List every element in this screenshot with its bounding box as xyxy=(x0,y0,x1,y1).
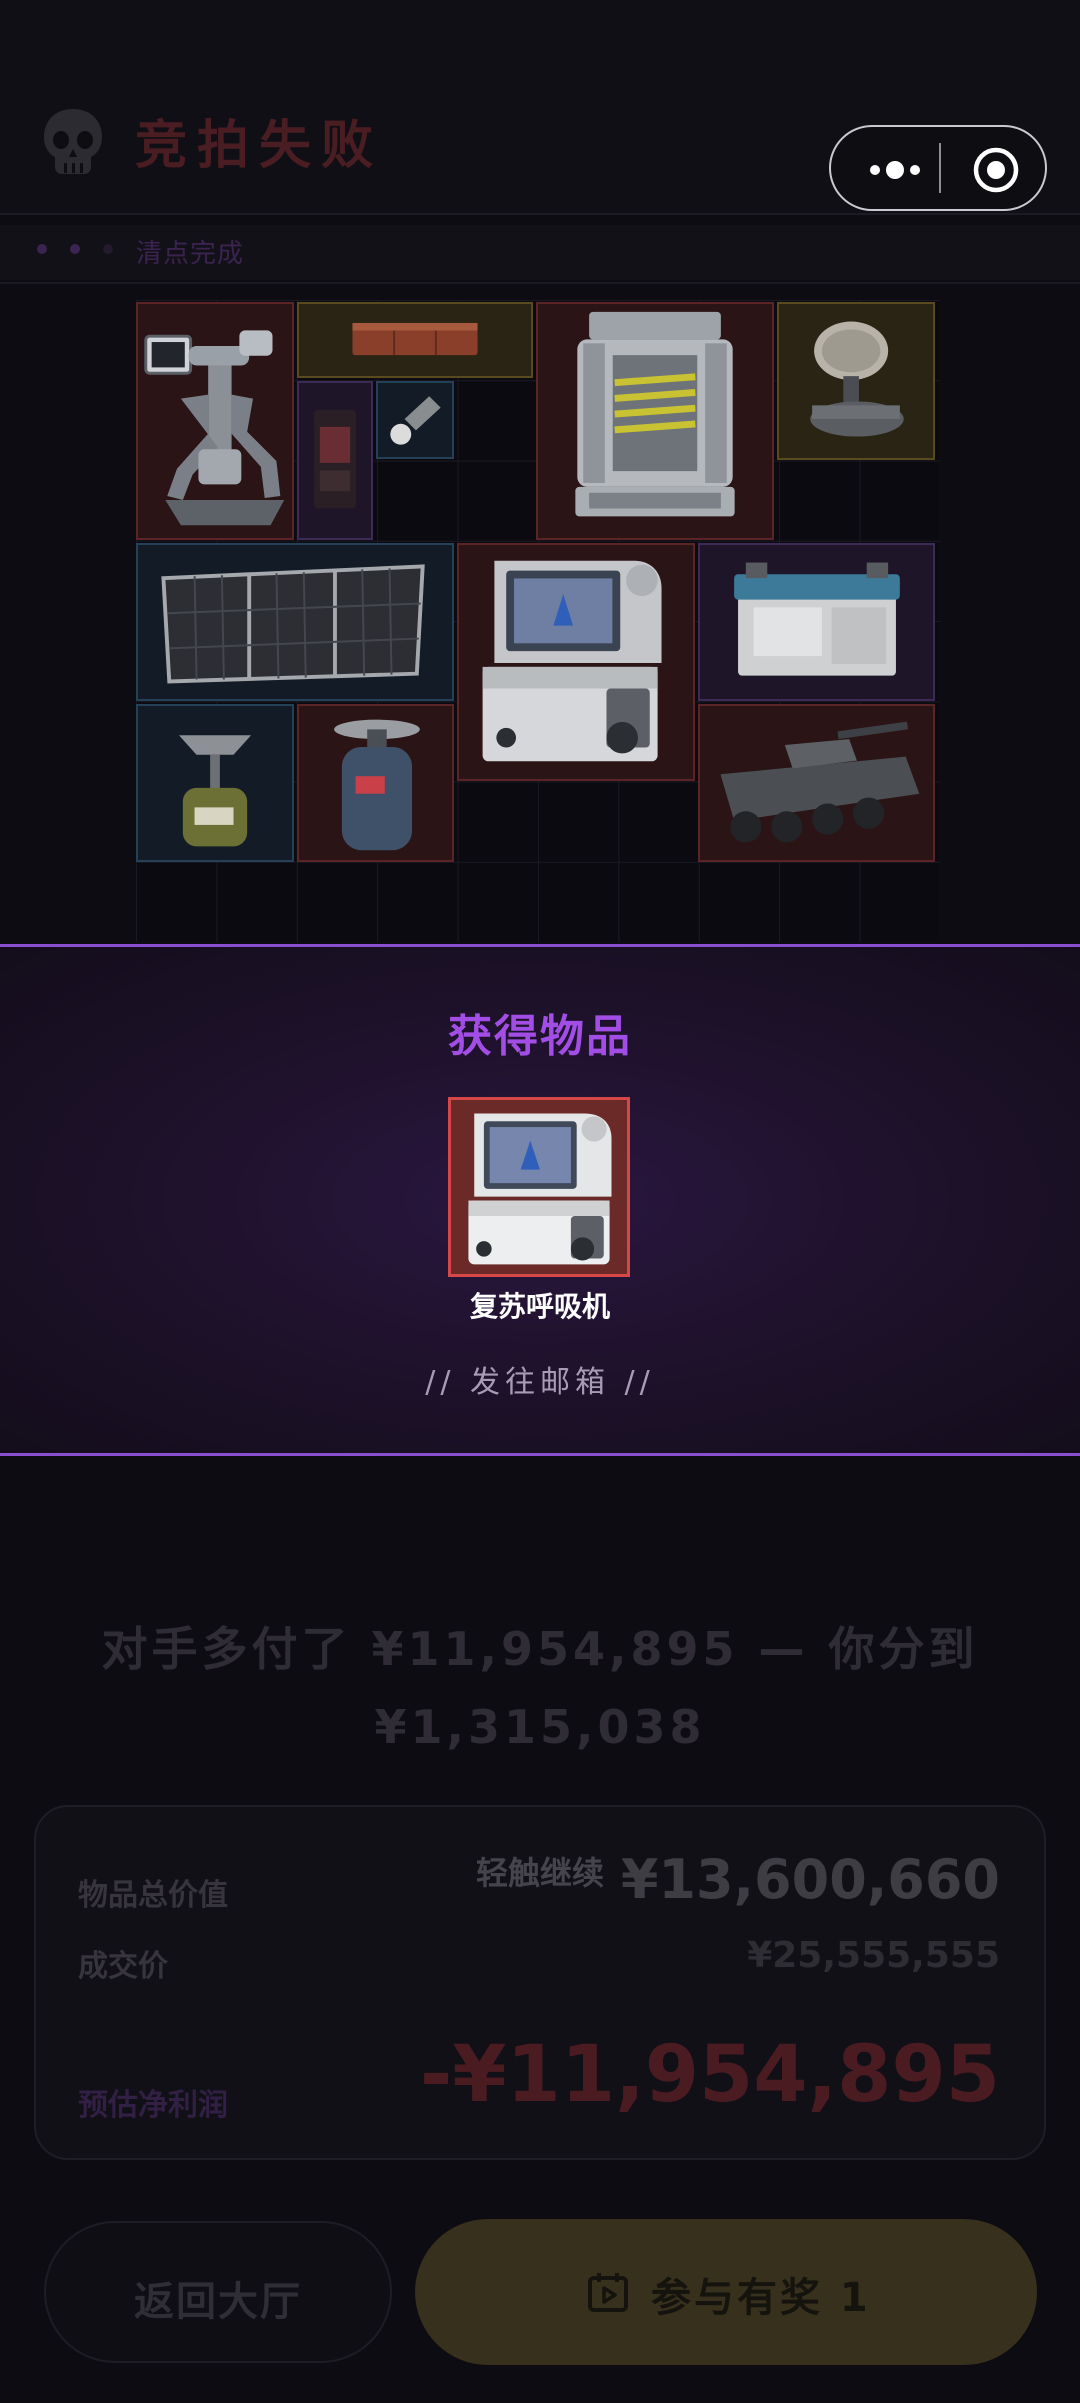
stash-item-snack-pack[interactable] xyxy=(297,381,373,540)
page-title: 竞拍失败 xyxy=(135,116,384,176)
robot-turret-icon xyxy=(144,330,285,526)
close-target-icon[interactable] xyxy=(971,145,1021,195)
skull-icon xyxy=(44,109,102,174)
ventilator-icon xyxy=(482,560,662,762)
more-options-icon[interactable] xyxy=(865,152,925,188)
stash-grid xyxy=(136,300,940,942)
back-button-label: 返回大厅 xyxy=(134,2279,302,2325)
join-reward-button[interactable]: 参与有奖 1 xyxy=(415,2219,1037,2365)
satellite-dish-icon xyxy=(810,321,904,437)
profit-value: -¥11,954,895 xyxy=(419,2030,1000,2120)
stash-item-solar-panel[interactable] xyxy=(136,543,454,701)
camping-stove-icon xyxy=(178,735,252,847)
video-calendar-icon xyxy=(588,2273,628,2312)
vault-reactor-icon xyxy=(575,311,735,517)
stash-item-gas-canister[interactable] xyxy=(297,704,454,862)
car-battery-icon xyxy=(734,562,900,676)
summary-text: 对手多付了 ¥11,954,895 — 你分到 ¥1,315,038 xyxy=(90,1610,990,1766)
snack-pack-icon xyxy=(314,409,356,509)
progress-divider xyxy=(0,282,1080,284)
stash-item-robot-turret[interactable] xyxy=(136,302,294,540)
summary-line-2: ¥1,315,038 xyxy=(374,1700,706,1754)
stash-item-car-battery[interactable] xyxy=(698,543,935,701)
stash-item-camping-stove[interactable] xyxy=(136,704,294,862)
reward-title: 获得物品 xyxy=(448,1011,632,1062)
tap-to-continue-hint[interactable]: 轻触继续 xyxy=(440,1848,640,1894)
stash-item-vault-reactor[interactable] xyxy=(536,302,774,540)
progress-dot xyxy=(37,244,47,254)
stash-item-ventilator[interactable] xyxy=(457,543,695,781)
shuttlecock-icon xyxy=(390,396,441,445)
armored-vehicle-icon xyxy=(720,721,920,843)
progress-dot xyxy=(70,244,80,254)
mini-program-capsule xyxy=(829,125,1047,211)
join-button-label: 参与有奖 1 xyxy=(651,2275,871,2321)
reward-item-card[interactable] xyxy=(448,1097,630,1277)
capsule-divider xyxy=(939,143,941,193)
progress-dot xyxy=(103,244,113,254)
brick-stack-icon xyxy=(352,322,478,356)
solar-panel-icon xyxy=(161,564,425,684)
deal-price-label: 成交价 xyxy=(78,1949,168,1984)
profit-label: 预估净利润 xyxy=(78,2088,228,2123)
stash-item-armored-vehicle[interactable] xyxy=(698,704,935,862)
reward-item-name: 复苏呼吸机 xyxy=(469,1290,610,1323)
stash-item-shuttlecock[interactable] xyxy=(376,381,454,459)
header-divider xyxy=(0,213,1080,215)
stash-item-satellite-dish[interactable] xyxy=(777,302,935,460)
stash-item-brick-stack[interactable] xyxy=(297,302,533,378)
total-value: ¥13,600,660 xyxy=(620,1848,1000,1911)
summary-line-1: 对手多付了 ¥11,954,895 — 你分到 xyxy=(101,1622,979,1676)
ventilator-icon xyxy=(468,1113,612,1265)
reward-mail-note: // 发往邮箱 // xyxy=(425,1365,655,1400)
progress-label: 清点完成 xyxy=(136,239,245,269)
back-to-lobby-button[interactable]: 返回大厅 xyxy=(44,2221,392,2363)
deal-price: ¥25,555,555 xyxy=(747,1935,1000,1976)
gas-canister-icon xyxy=(334,719,420,851)
total-value-label: 物品总价值 xyxy=(78,1878,228,1913)
